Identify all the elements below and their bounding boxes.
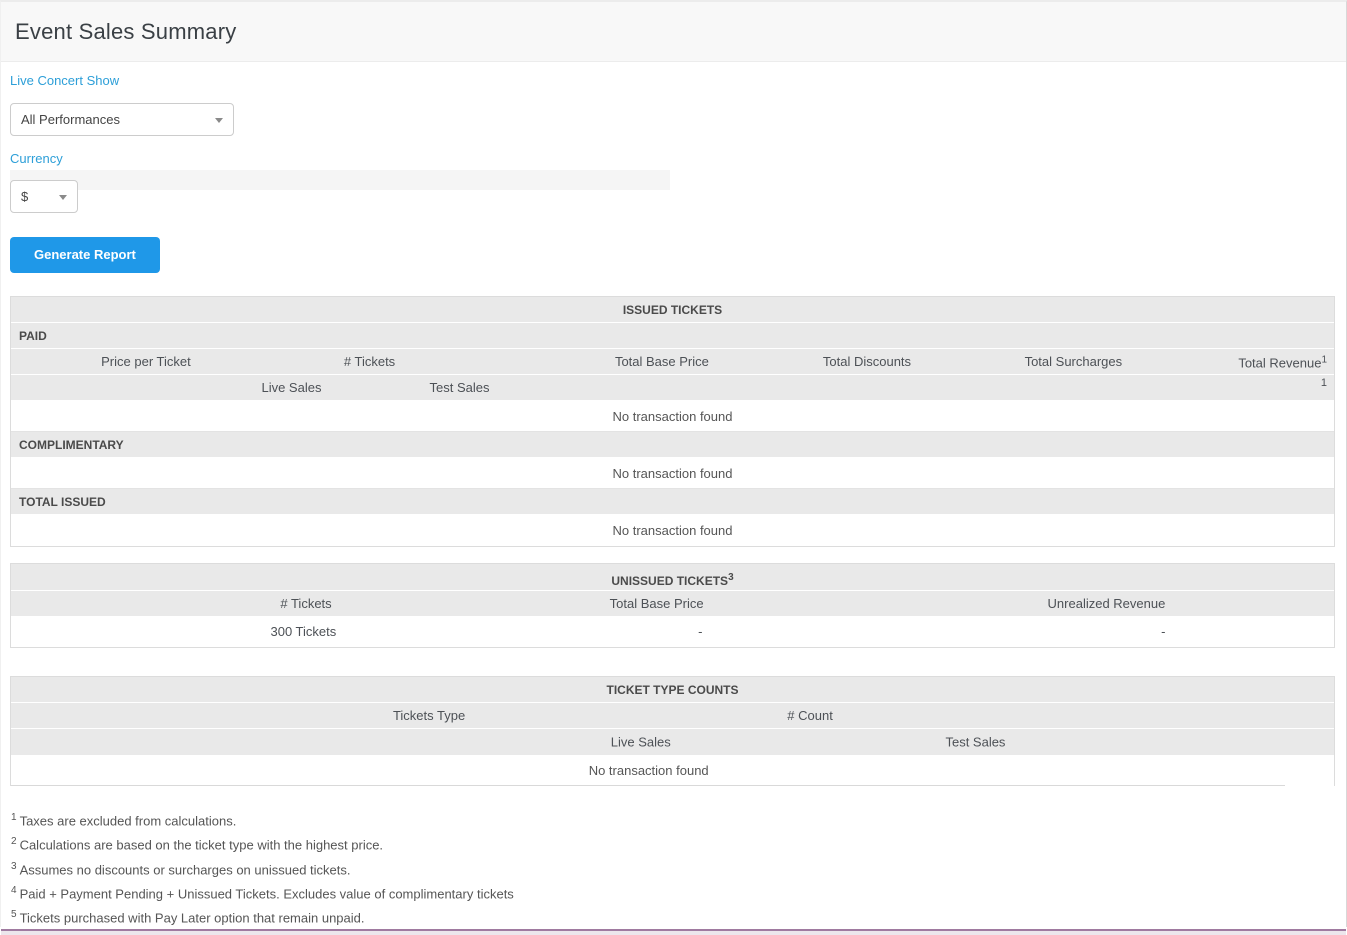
ttc-column-header-row: Tickets Type # Count xyxy=(11,703,1334,729)
page-header: Event Sales Summary xyxy=(1,2,1346,62)
col-total-base-price: Total Base Price xyxy=(610,591,704,617)
unissued-footnote-marker: 3 xyxy=(728,572,734,583)
subcol-live-sales: Live Sales xyxy=(261,375,321,401)
unissued-data-row: 300 Tickets - - xyxy=(11,617,1334,647)
unissued-tickets-title-row: UNISSUED TICKETS3 xyxy=(11,564,1334,591)
subcol-test-sales: Test Sales xyxy=(945,729,1005,756)
event-sales-summary-page: Event Sales Summary Live Concert Show Al… xyxy=(0,0,1347,927)
section-complimentary: COMPLIMENTARY xyxy=(11,432,1334,458)
issued-tickets-title-row: ISSUED TICKETS xyxy=(11,297,1334,323)
issued-subheader-row: Live Sales Test Sales 1 xyxy=(11,375,1334,401)
currency-label: Currency xyxy=(10,151,1335,166)
cell-num-tickets: 300 Tickets xyxy=(270,617,336,647)
unissued-tickets-title: UNISSUED TICKETS3 xyxy=(611,574,733,588)
footnotes: 1Taxes are excluded from calculations. 2… xyxy=(10,807,1335,929)
issued-tickets-title: ISSUED TICKETS xyxy=(623,303,722,317)
section-paid: PAID xyxy=(11,323,1334,349)
report-content: Live Concert Show All Performances Curre… xyxy=(1,62,1346,929)
subcol-live-sales: Live Sales xyxy=(611,729,671,756)
footnote-2: 2Calculations are based on the ticket ty… xyxy=(11,831,1335,855)
ttc-empty-text: No transaction found xyxy=(589,756,709,786)
ttc-empty-row: No transaction found xyxy=(11,756,1334,786)
section-total-issued: TOTAL ISSUED xyxy=(11,489,1334,515)
event-name-link[interactable]: Live Concert Show xyxy=(10,73,119,88)
generate-report-button[interactable]: Generate Report xyxy=(10,237,160,273)
col-total-surcharges: Total Surcharges xyxy=(1025,349,1123,375)
unissued-tickets-table: UNISSUED TICKETS3 # Tickets Total Base P… xyxy=(10,563,1335,648)
col-total-discounts: Total Discounts xyxy=(823,349,911,375)
col-count: # Count xyxy=(787,703,833,729)
issued-column-header-row: Price per Ticket # Tickets Total Base Pr… xyxy=(11,349,1334,375)
performance-select-value: All Performances xyxy=(21,112,120,127)
col-num-tickets: # Tickets xyxy=(344,349,395,375)
unissued-column-header-row: # Tickets Total Base Price Unrealized Re… xyxy=(11,591,1334,617)
total-issued-empty-row: No transaction found xyxy=(11,515,1334,546)
page-title: Event Sales Summary xyxy=(15,19,236,45)
revenue-footnote-marker: 1 xyxy=(1321,378,1327,389)
currency-select-value: $ xyxy=(21,189,28,204)
cell-unrealized-revenue: - xyxy=(1161,617,1165,647)
currency-row-background xyxy=(10,170,670,190)
ttc-subheader-row: Live Sales Test Sales xyxy=(11,729,1334,756)
paid-empty-row: No transaction found xyxy=(11,401,1334,432)
col-total-base-price: Total Base Price xyxy=(615,349,709,375)
ticket-type-counts-title: TICKET TYPE COUNTS xyxy=(606,683,738,697)
col-total-revenue: Total Revenue1 xyxy=(1238,347,1327,376)
footnote-3: 3Assumes no discounts or surcharges on u… xyxy=(11,856,1335,880)
subcol-test-sales: Test Sales xyxy=(429,375,489,401)
col-unrealized-revenue: Unrealized Revenue xyxy=(1048,591,1166,617)
currency-select[interactable]: $ xyxy=(10,180,78,213)
footnote-4: 4Paid + Payment Pending + Unissued Ticke… xyxy=(11,880,1335,904)
cell-total-base-price: - xyxy=(698,617,702,647)
chevron-down-icon xyxy=(59,195,67,200)
total-revenue-footnote-marker: 1 xyxy=(1321,354,1327,365)
page-bottom-edge xyxy=(1,929,1346,935)
col-num-tickets: # Tickets xyxy=(280,591,331,617)
ticket-type-counts-title-row: TICKET TYPE COUNTS xyxy=(11,677,1334,703)
performance-select[interactable]: All Performances xyxy=(10,103,234,136)
chevron-down-icon xyxy=(215,118,223,123)
footnote-1: 1Taxes are excluded from calculations. xyxy=(11,807,1335,831)
complimentary-empty-row: No transaction found xyxy=(11,458,1334,489)
footnote-5: 5Tickets purchased with Pay Later option… xyxy=(11,904,1335,928)
issued-tickets-table: ISSUED TICKETS PAID Price per Ticket # T… xyxy=(10,296,1335,547)
col-price-per-ticket: Price per Ticket xyxy=(101,349,191,375)
col-tickets-type: Tickets Type xyxy=(393,703,465,729)
ticket-type-counts-table: TICKET TYPE COUNTS Tickets Type # Count … xyxy=(10,676,1335,786)
